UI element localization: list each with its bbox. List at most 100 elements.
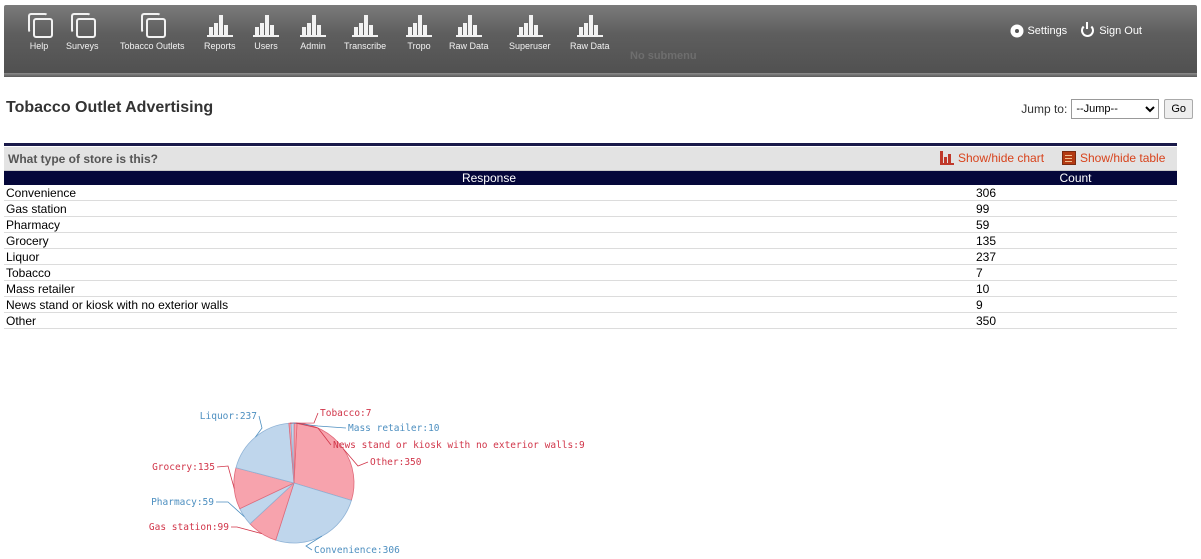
- bar-chart-icon: [300, 11, 326, 37]
- table-row: Liquor 237: [4, 248, 1177, 265]
- response-cell: Mass retailer: [4, 280, 974, 297]
- nav-item-help[interactable]: Help: [26, 11, 53, 59]
- nav-item-label: Admin: [300, 41, 326, 51]
- bar-chart-icon: [352, 11, 379, 37]
- show-hide-table-link[interactable]: Show/hide table: [1062, 151, 1165, 165]
- response-cell: News stand or kiosk with no exterior wal…: [4, 296, 974, 313]
- response-cell: Liquor: [4, 248, 974, 265]
- pie-label: Convenience:306: [314, 545, 400, 556]
- nav-item-label: Tropo: [407, 41, 431, 51]
- bar-chart-icon: [406, 11, 432, 37]
- count-cell: 350: [974, 312, 1177, 329]
- count-cell: 7: [974, 264, 1177, 281]
- no-submenu-label: No submenu: [630, 50, 697, 62]
- table-row: Tobacco 7: [4, 264, 1177, 281]
- response-cell: Tobacco: [4, 264, 974, 281]
- bar-chart-icon: [516, 11, 543, 37]
- table-row: Pharmacy 59: [4, 216, 1177, 233]
- jump-label: Jump to:: [1021, 102, 1068, 116]
- pie-label: Tobacco:7: [320, 408, 371, 419]
- nav-item-label: Reports: [204, 41, 236, 51]
- nav-item-label: Superuser: [509, 41, 551, 51]
- question-bar: What type of store is this? Show/hide ch…: [4, 147, 1177, 171]
- nav-item-superuser[interactable]: Superuser: [509, 11, 551, 59]
- table-header-row: Response Count: [4, 171, 1177, 185]
- settings-label: Settings: [1027, 24, 1068, 37]
- count-cell: 59: [974, 216, 1177, 233]
- table-row: Grocery 135: [4, 232, 1177, 249]
- bar-chart-icon: [206, 11, 233, 37]
- nav-item-label: Help: [29, 41, 49, 51]
- copy-icon: [26, 11, 53, 38]
- nav-item-raw-data[interactable]: Raw Data: [570, 11, 610, 59]
- pie-label: Other:350: [370, 457, 422, 468]
- show-hide-chart-link[interactable]: Show/hide chart: [940, 151, 1044, 165]
- table-row: Gas station 99: [4, 200, 1177, 217]
- response-cell: Pharmacy: [4, 216, 974, 233]
- nav-item-label: Raw Data: [570, 41, 610, 51]
- power-icon: [1081, 22, 1095, 37]
- pie-label: Gas station:99: [149, 522, 229, 533]
- pie-leader-line: [216, 465, 235, 489]
- user-links: Settings Sign Out: [998, 22, 1142, 37]
- bar-chart-icon: [253, 11, 279, 37]
- gear-icon: [1012, 25, 1023, 36]
- column-header-response: Response: [4, 171, 974, 185]
- table-icon: [1062, 151, 1076, 165]
- sign-out-label: Sign Out: [1099, 24, 1142, 37]
- nav-item-transcribe[interactable]: Transcribe: [344, 11, 386, 59]
- copy-icon: [69, 11, 97, 38]
- results-table: Response Count Convenience 306 Gas station…: [4, 171, 1177, 329]
- nav-item-label: Transcribe: [344, 41, 387, 51]
- settings-link[interactable]: Settings: [1012, 25, 1067, 37]
- chart-icon: [940, 151, 954, 165]
- response-cell: Other: [4, 312, 974, 329]
- pie-chart: Other:350 Convenience:306 Gas station:99 Ph…: [149, 408, 585, 556]
- nav-item-raw-data[interactable]: Raw Data: [449, 11, 489, 59]
- nav-item-label: Tobacco Outlets: [120, 41, 185, 51]
- nav-item-label: Raw Data: [449, 41, 489, 51]
- show-hide-chart-label: Show/hide chart: [958, 151, 1045, 165]
- response-cell: Gas station: [4, 200, 974, 217]
- bar-chart-icon: [576, 11, 603, 37]
- response-cell: Grocery: [4, 232, 974, 249]
- count-cell: 99: [974, 200, 1177, 217]
- column-header-count: Count: [974, 171, 1177, 185]
- bar-chart-icon: [455, 11, 482, 37]
- response-cell: Convenience: [4, 185, 974, 201]
- table-row: Other 350: [4, 312, 1177, 329]
- nav-item-surveys[interactable]: Surveys: [66, 11, 99, 59]
- pie-label: Grocery:135: [152, 462, 215, 473]
- nav-item-label: Users: [254, 41, 278, 51]
- count-cell: 10: [974, 280, 1177, 297]
- nav-item-reports[interactable]: Reports: [204, 11, 236, 59]
- results-body: Convenience 306 Gas station 99 Pharmacy 59 Gro…: [4, 185, 1177, 329]
- nav-item-tobacco-outlets[interactable]: Tobacco Outlets: [120, 11, 185, 59]
- pie-leader-line: [290, 412, 319, 424]
- pie-label: Pharmacy:59: [151, 497, 214, 508]
- nav-item-admin[interactable]: Admin: [300, 11, 326, 59]
- sign-out-link[interactable]: Sign Out: [1081, 22, 1142, 37]
- jump-select[interactable]: --Jump--: [1071, 99, 1160, 119]
- top-nav-bar: Help Surveys Tobacco Outlets Reports Users Ad…: [4, 5, 1197, 77]
- go-button[interactable]: Go: [1164, 99, 1193, 119]
- table-row: Convenience 306: [4, 185, 1177, 201]
- question-text: What type of store is this?: [8, 152, 159, 166]
- count-cell: 135: [974, 232, 1177, 249]
- jump-to-control: Jump to: --Jump-- Go: [1021, 99, 1193, 119]
- pie-label: Liquor:237: [200, 411, 257, 422]
- nav-item-users[interactable]: Users: [253, 11, 279, 59]
- show-hide-table-label: Show/hide table: [1080, 151, 1166, 165]
- table-row: Mass retailer 10: [4, 280, 1177, 297]
- section-divider: [4, 143, 1177, 146]
- nav-item-tropo[interactable]: Tropo: [406, 11, 432, 59]
- copy-icon: [139, 11, 167, 38]
- pie-label: Mass retailer:10: [348, 423, 440, 434]
- page-title: Tobacco Outlet Advertising: [6, 99, 214, 116]
- pie-label: News stand or kiosk with no exterior wal…: [333, 440, 585, 451]
- count-cell: 306: [974, 185, 1177, 201]
- nav-bottom-strip: [4, 73, 1197, 77]
- count-cell: 9: [974, 296, 1177, 313]
- count-cell: 237: [974, 248, 1177, 265]
- table-row: News stand or kiosk with no exterior wal…: [4, 296, 1177, 313]
